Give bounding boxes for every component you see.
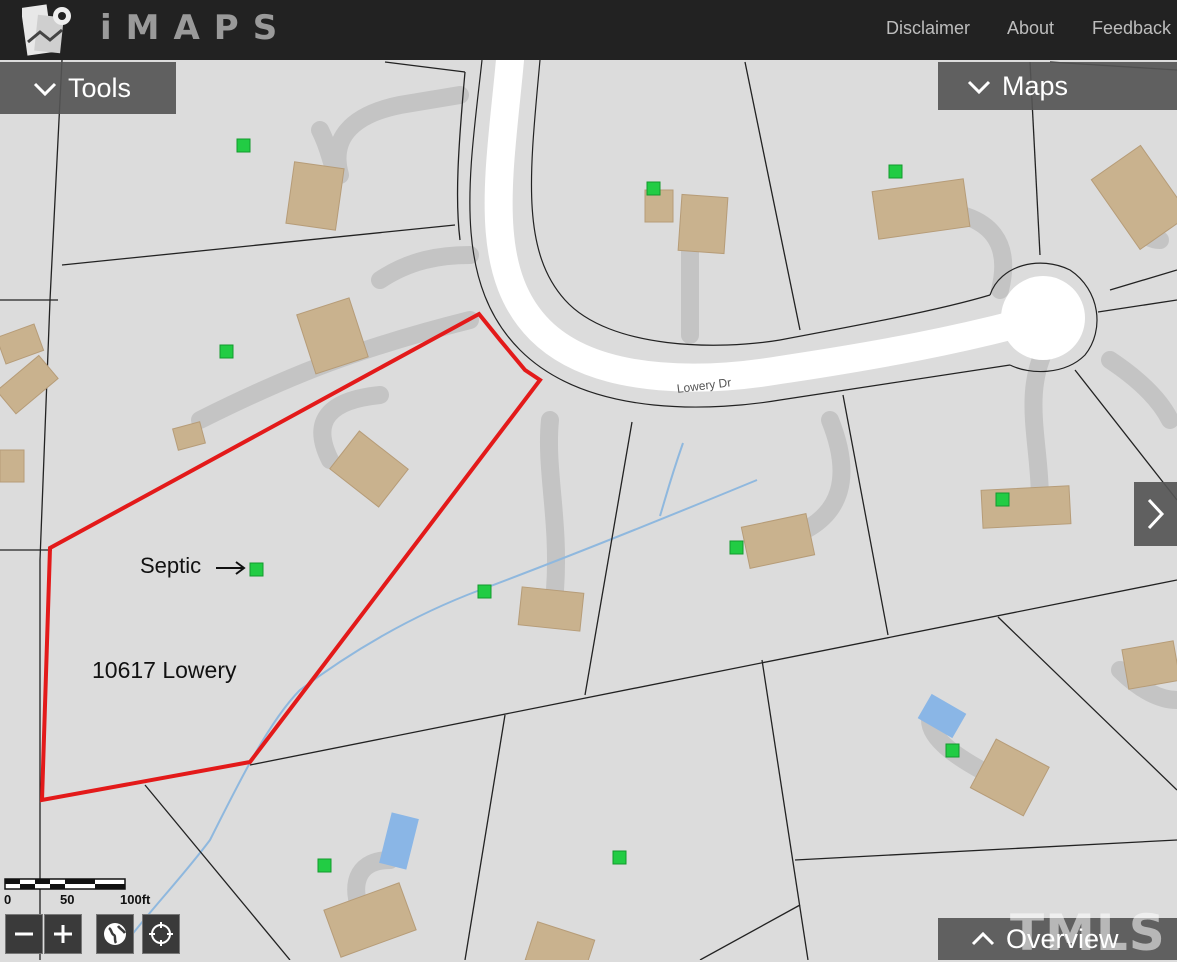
map-layer	[0, 60, 1177, 960]
scale-bar-graphic	[4, 878, 126, 890]
minus-icon	[15, 932, 33, 936]
map-canvas[interactable]: Lowery Dr	[0, 60, 1177, 960]
watermark: TMLS	[1010, 904, 1166, 962]
chevron-right-icon	[1147, 498, 1165, 530]
scale-bar: 0 50 100ft	[4, 876, 164, 910]
locate-button[interactable]	[142, 914, 180, 954]
maps-button[interactable]: Maps	[938, 62, 1177, 110]
septic-annotation: Septic	[140, 553, 202, 578]
scale-label-0: 0	[4, 892, 12, 907]
nav-about[interactable]: About	[1007, 18, 1054, 39]
tools-label: Tools	[68, 72, 132, 103]
full-extent-button[interactable]	[96, 914, 134, 954]
imaps-logo-icon[interactable]	[22, 2, 76, 58]
stream-lines	[119, 442, 758, 951]
scale-label-50: 50	[60, 892, 75, 907]
chevron-down-icon	[33, 82, 57, 97]
scale-label-100ft: 100ft	[120, 892, 151, 907]
plus-icon	[54, 925, 72, 943]
septic-arrow-icon	[216, 561, 246, 575]
address-markers	[219, 138, 1010, 873]
address-annotation: 10617 Lowery	[92, 657, 237, 683]
chevron-up-icon	[971, 931, 995, 946]
expand-right-button[interactable]	[1134, 482, 1177, 546]
zoom-in-button[interactable]	[44, 914, 82, 954]
nav-disclaimer[interactable]: Disclaimer	[886, 18, 970, 39]
top-bar: iMAPS Disclaimer About Feedback	[0, 0, 1177, 60]
zoom-out-button[interactable]	[5, 914, 43, 954]
globe-icon	[104, 923, 127, 945]
maps-label: Maps	[1002, 70, 1069, 101]
tools-button[interactable]: Tools	[0, 62, 176, 114]
chevron-down-icon	[967, 80, 991, 95]
crosshair-icon	[149, 922, 173, 946]
app-title: iMAPS	[100, 8, 292, 48]
nav-feedback[interactable]: Feedback	[1092, 18, 1171, 39]
pools	[379, 693, 967, 870]
